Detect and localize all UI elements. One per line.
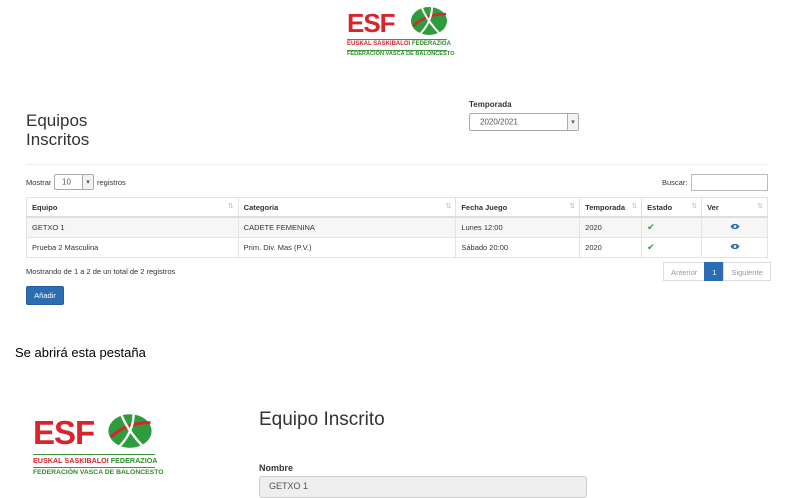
column-header-equipo[interactable]: Equipo ⇅: [26, 197, 239, 218]
column-label: Temporada: [585, 202, 626, 212]
pagination: Anterior 1 Siguiente: [663, 262, 771, 281]
season-label: Temporada: [469, 100, 512, 109]
pagination-next[interactable]: Siguiente: [723, 262, 771, 281]
page-title-line-1: Equipos: [26, 111, 88, 130]
chevron-down-icon: ▾: [82, 175, 93, 189]
cell-estado: ✔: [641, 237, 703, 258]
cell-temporada: 2020: [579, 216, 643, 238]
cell-fecha: Lunes 12:00: [455, 216, 581, 238]
length-prefix: Mostrar: [26, 178, 52, 187]
length-select-value: 10: [62, 177, 71, 187]
cell-equipo: GETXO 1: [26, 216, 239, 238]
table-row: GETXO 1 CADETE FEMENINA Lunes 12:00 2020…: [26, 216, 768, 238]
chevron-down-icon: ▾: [567, 114, 578, 130]
cell-ver: [701, 237, 768, 258]
logo-rule-bottom: [33, 467, 155, 468]
cell-ver: [701, 216, 768, 238]
logo-subtitle-basque: EUSKAL SASKIBALOI FEDERAZIOA: [33, 456, 158, 465]
column-label: Equipo: [32, 202, 58, 212]
teams-table: Equipo ⇅ Categoria ⇅ Fecha Juego ⇅ Temporad…: [26, 197, 768, 258]
cell-categoria: Prim. Div. Mas (P.V.): [237, 237, 457, 258]
logo-subtitle-basque: EUSKAL SASKIBALOI FEDERAZIOA: [347, 41, 451, 47]
table-info: Mostrando de 1 a 2 de un total de 2 regi…: [26, 267, 176, 276]
cell-categoria: CADETE FEMENINA: [237, 216, 457, 238]
logo-subtitle-spanish: FEDERACIÓN VASCA DE BALONCESTO: [33, 469, 164, 476]
check-icon: ✔: [647, 222, 655, 232]
column-label: Fecha Juego: [461, 202, 508, 212]
column-label: Ver: [707, 202, 719, 212]
basketball-icon: [411, 6, 447, 35]
table-row: Prueba 2 Masculina Prim. Div. Mas (P.V.)…: [26, 237, 768, 258]
basketball-icon: [108, 414, 152, 448]
table-header-row: Equipo ⇅ Categoria ⇅ Fecha Juego ⇅ Temporad…: [26, 197, 768, 218]
sort-icon: ⇅: [569, 203, 576, 210]
divider: [26, 164, 768, 165]
column-header-ver[interactable]: Ver ⇅: [701, 197, 768, 218]
search-input[interactable]: [691, 174, 768, 191]
detail-title: Equipo Inscrito: [259, 409, 385, 430]
federation-logo: ESF EUSKAL SASKIBALOI FEDERAZIOA FEDERAC…: [347, 6, 455, 60]
sort-icon: ⇅: [631, 203, 638, 210]
sort-icon: ⇅: [445, 203, 452, 210]
nombre-field-value: GETXO 1: [269, 481, 309, 491]
caption-text: Se abrirá esta pestaña: [15, 345, 146, 360]
sort-icon: ⇅: [691, 203, 698, 210]
logo-rule-top: [347, 39, 447, 40]
search-label: Buscar:: [662, 178, 688, 187]
column-header-temporada[interactable]: Temporada ⇅: [579, 197, 643, 218]
page-title-line-2: Inscritos: [26, 130, 90, 149]
length-select[interactable]: 10 ▾: [54, 174, 94, 190]
cell-estado: ✔: [641, 216, 703, 238]
column-label: Estado: [647, 202, 673, 212]
federation-logo-large: ESF EUSKAL SASKIBALOI FEDERAZIOA FEDERAC…: [33, 413, 164, 479]
nombre-field[interactable]: GETXO 1: [259, 476, 587, 498]
eye-icon[interactable]: [730, 223, 740, 230]
page-title: Equipos Inscritos: [26, 111, 89, 149]
logo-letters: ESF: [347, 8, 396, 38]
check-icon: ✔: [647, 242, 655, 252]
column-header-estado[interactable]: Estado ⇅: [641, 197, 703, 218]
logo-rule-top: [33, 454, 155, 455]
column-label: Categoria: [243, 202, 279, 212]
logo-subtitle-spanish: FEDERACIÓN VASCA DE BALONCESTO: [347, 51, 455, 57]
season-select-value: 2020/2021: [480, 117, 518, 127]
pagination-prev[interactable]: Anterior: [663, 262, 706, 281]
column-header-fecha[interactable]: Fecha Juego ⇅: [455, 197, 581, 218]
cell-fecha: Sábado 20:00: [455, 237, 581, 258]
nombre-label: Nombre: [259, 463, 294, 473]
season-select[interactable]: 2020/2021 ▾: [469, 113, 579, 131]
eye-icon[interactable]: [730, 243, 740, 250]
logo-letters: ESF: [33, 414, 95, 451]
add-button[interactable]: Añadir: [26, 286, 64, 305]
pagination-page-1[interactable]: 1: [704, 262, 725, 281]
length-suffix: registros: [97, 178, 126, 187]
sort-icon: ⇅: [757, 203, 763, 210]
cell-equipo: Prueba 2 Masculina: [26, 237, 239, 258]
sort-icon: ⇅: [227, 203, 234, 210]
column-header-categoria[interactable]: Categoria ⇅: [237, 197, 457, 218]
cell-temporada: 2020: [579, 237, 643, 258]
